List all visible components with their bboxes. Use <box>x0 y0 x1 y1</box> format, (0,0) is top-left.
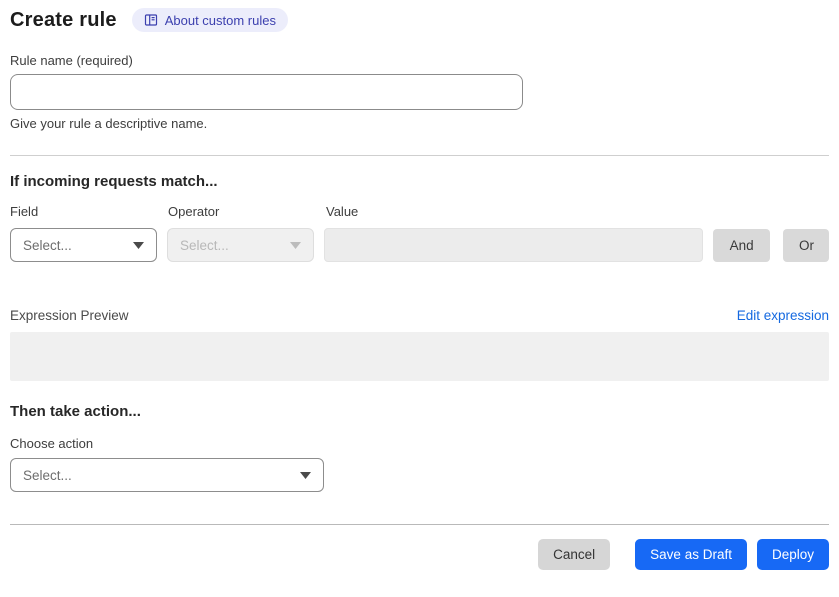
cancel-button[interactable]: Cancel <box>538 539 611 570</box>
footer-actions: Cancel Save as Draft Deploy <box>10 539 829 570</box>
field-select[interactable]: Select... <box>10 228 158 262</box>
deploy-button[interactable]: Deploy <box>756 539 829 570</box>
value-input[interactable] <box>324 228 704 262</box>
choose-action-select-value: Select... <box>23 467 72 483</box>
book-icon <box>144 13 158 27</box>
page-title: Create rule <box>10 8 117 31</box>
chevron-down-icon <box>133 241 145 249</box>
field-label: Field <box>10 204 39 219</box>
rule-name-helper: Give your rule a descriptive name. <box>10 116 208 131</box>
or-button[interactable]: Or <box>783 228 829 262</box>
about-custom-rules-badge[interactable]: About custom rules <box>131 8 288 32</box>
page-header: Create rule About custom rules <box>10 8 829 32</box>
edit-expression-link[interactable]: Edit expression <box>737 308 829 323</box>
match-controls-row: Select... Select... And Or <box>10 228 829 262</box>
save-as-draft-button[interactable]: Save as Draft <box>635 539 747 570</box>
expression-preview-box <box>10 332 829 381</box>
match-section-heading: If incoming requests match... <box>10 173 218 190</box>
action-section-heading: Then take action... <box>10 403 141 420</box>
value-label: Value <box>326 204 359 219</box>
section-divider <box>10 155 829 156</box>
footer-divider <box>10 524 829 525</box>
rule-name-input[interactable] <box>10 74 523 110</box>
match-labels-row: Field Operator Value <box>10 204 829 219</box>
choose-action-label: Choose action <box>10 436 94 451</box>
create-rule-page: Create rule About custom rules Rule name… <box>0 0 839 597</box>
field-select-value: Select... <box>23 237 72 253</box>
rule-name-label: Rule name (required) <box>10 53 133 68</box>
chevron-down-icon <box>300 471 311 479</box>
operator-label: Operator <box>168 204 220 219</box>
and-button[interactable]: And <box>713 228 770 262</box>
choose-action-select[interactable]: Select... <box>10 458 324 492</box>
chevron-down-icon <box>290 241 302 249</box>
operator-select-value: Select... <box>180 237 229 253</box>
about-badge-label: About custom rules <box>164 12 276 28</box>
operator-select[interactable]: Select... <box>167 228 315 262</box>
expression-preview-label: Expression Preview <box>10 308 129 323</box>
expression-preview-row: Expression Preview Edit expression <box>10 308 829 323</box>
